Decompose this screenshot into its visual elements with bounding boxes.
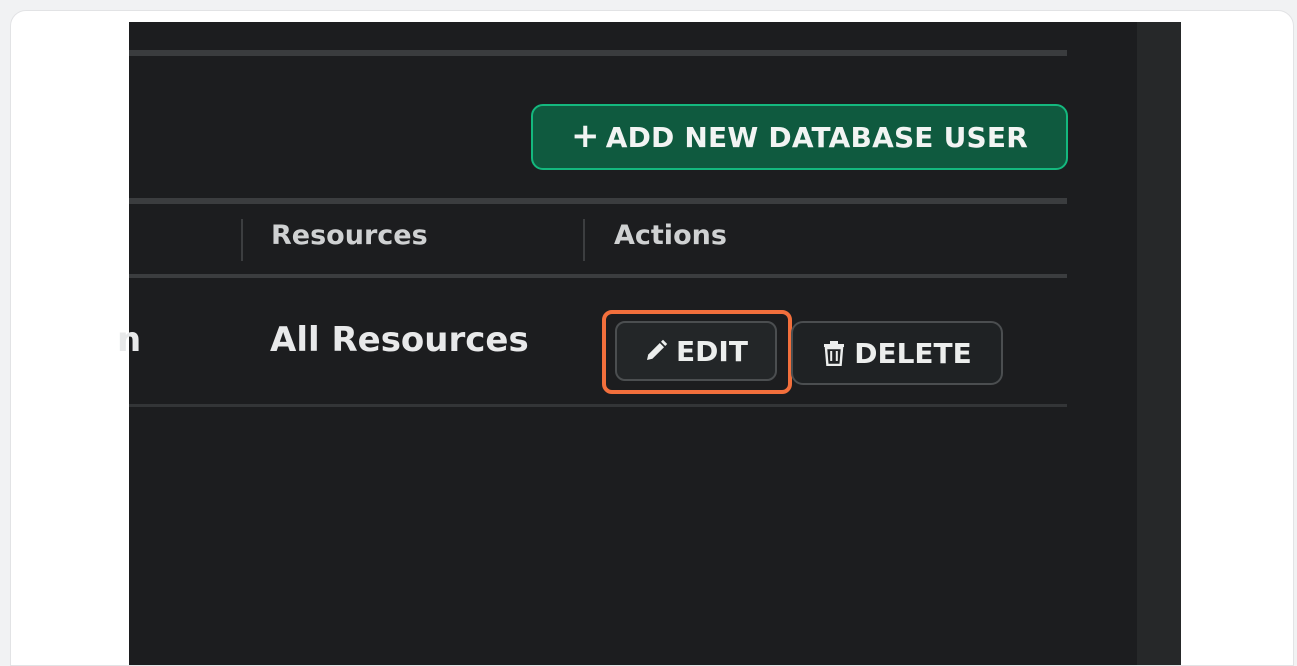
screenshot-frame: + ADD NEW DATABASE USER Resources Action… bbox=[10, 10, 1294, 666]
divider-table-header bbox=[129, 198, 1067, 204]
cell-partial-text: n bbox=[117, 320, 142, 360]
edit-button[interactable]: EDIT bbox=[615, 321, 777, 381]
edit-label: EDIT bbox=[676, 334, 748, 368]
column-header-resources: Resources bbox=[271, 220, 428, 251]
column-header-actions: Actions bbox=[614, 220, 727, 251]
divider-row bbox=[129, 274, 1067, 278]
app-panel: + ADD NEW DATABASE USER Resources Action… bbox=[117, 22, 1181, 665]
trash-icon bbox=[822, 340, 846, 366]
add-database-user-button[interactable]: + ADD NEW DATABASE USER bbox=[531, 104, 1068, 170]
divider-top bbox=[129, 50, 1067, 56]
divider-bottom bbox=[129, 404, 1067, 407]
add-database-user-label: ADD NEW DATABASE USER bbox=[605, 120, 1028, 154]
delete-button[interactable]: DELETE bbox=[791, 321, 1003, 385]
plus-icon: + bbox=[571, 115, 600, 156]
column-separator bbox=[241, 219, 243, 261]
scrollbar-track[interactable] bbox=[1137, 22, 1181, 665]
pencil-icon bbox=[644, 339, 668, 363]
cell-resources: All Resources bbox=[270, 320, 529, 360]
delete-label: DELETE bbox=[854, 336, 972, 370]
column-separator bbox=[583, 219, 585, 261]
